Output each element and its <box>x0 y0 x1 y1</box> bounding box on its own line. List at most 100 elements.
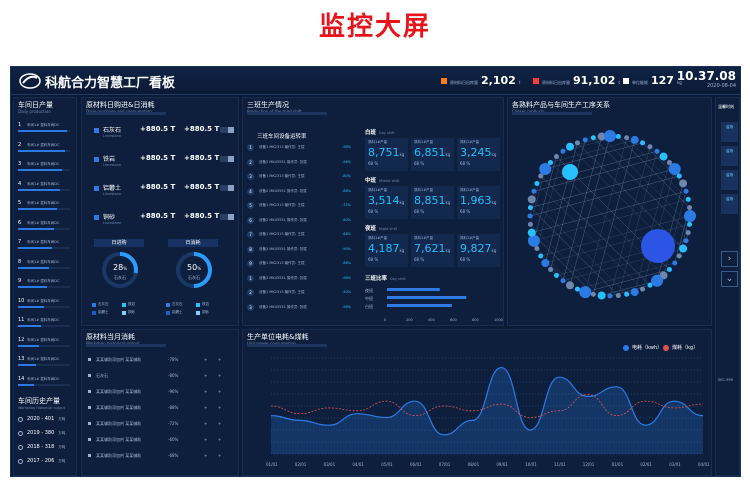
network-node[interactable] <box>654 148 660 154</box>
network-node[interactable] <box>541 259 550 268</box>
network-node[interactable] <box>527 234 540 247</box>
kpi-label: 熟料1#产量 <box>368 236 388 240</box>
network-node[interactable] <box>553 154 559 160</box>
network-node[interactable] <box>668 162 681 175</box>
rank-bar-fill <box>18 305 44 308</box>
sidebar-monitor-button[interactable]: 监测 <box>721 170 738 190</box>
network-node[interactable] <box>574 286 580 292</box>
sidebar-monitor-button[interactable]: 监测 <box>721 146 738 166</box>
network-node[interactable] <box>647 282 653 288</box>
network-edge <box>642 142 684 184</box>
network-node[interactable] <box>527 205 533 211</box>
network-node[interactable] <box>579 286 592 299</box>
network-node[interactable] <box>641 229 675 263</box>
shift3-panel: 三班生产情况 Production of the third shift 三班车… <box>242 97 504 326</box>
network-node[interactable] <box>566 281 574 290</box>
network-node[interactable] <box>562 164 578 180</box>
kpi-value: 6,851kg <box>414 146 451 159</box>
network-node[interactable] <box>615 133 621 139</box>
chevron-down-icon[interactable]: ⌄ <box>721 271 738 287</box>
network-node[interactable] <box>624 135 630 141</box>
network-node[interactable] <box>666 267 672 273</box>
network-node[interactable] <box>679 179 688 188</box>
network-node[interactable] <box>659 152 668 161</box>
network-node[interactable] <box>685 196 691 202</box>
network-node[interactable] <box>590 135 596 141</box>
tab-daily-purchase[interactable]: 日进购 <box>94 239 144 247</box>
material-toggle[interactable] <box>220 214 234 220</box>
equipment-index: 8 <box>247 245 254 253</box>
dashboard-screen: 科航合力智慧工厂看板 原材料日出库量 2,102 t 原材料日出库量 91,10… <box>10 66 741 477</box>
network-node[interactable] <box>676 173 682 179</box>
network-node[interactable] <box>539 162 552 175</box>
network-node[interactable] <box>531 188 537 194</box>
network-node[interactable] <box>672 260 678 266</box>
monthly-add-button[interactable]: + <box>218 357 221 362</box>
network-node[interactable] <box>679 244 688 253</box>
material-toggle[interactable] <box>220 185 234 191</box>
monthly-add-button[interactable]: + <box>204 405 207 410</box>
sidebar-monitor-button[interactable]: 监测 <box>721 122 738 142</box>
network-node[interactable] <box>640 140 646 146</box>
network-node[interactable] <box>548 267 554 273</box>
network-node[interactable] <box>582 137 588 143</box>
network-node[interactable] <box>607 293 613 299</box>
monthly-add-button[interactable]: + <box>218 389 221 394</box>
material-toggle[interactable] <box>220 156 234 162</box>
bullet-icon <box>88 358 91 361</box>
network-node[interactable] <box>683 188 689 194</box>
network-node[interactable] <box>560 278 566 284</box>
network-node[interactable] <box>630 135 639 144</box>
ratio-category-label: 中班 <box>365 295 373 301</box>
network-node[interactable] <box>604 130 616 142</box>
monthly-add-button[interactable]: + <box>204 437 207 442</box>
network-node[interactable] <box>687 205 693 211</box>
network-node[interactable] <box>527 221 533 227</box>
network-node[interactable] <box>527 228 536 237</box>
equipment-name: 设备1 MK2313 最作员: 王斌 <box>259 174 305 178</box>
network-node[interactable] <box>527 213 533 219</box>
network-node[interactable] <box>534 180 540 186</box>
monthly-add-button[interactable]: + <box>204 421 207 426</box>
network-node[interactable] <box>615 293 621 299</box>
material-toggle[interactable] <box>220 127 234 133</box>
network-node[interactable] <box>647 144 653 150</box>
network-node[interactable] <box>527 195 536 204</box>
legend-item: 铜砂 <box>122 310 135 315</box>
network-node[interactable] <box>574 140 580 146</box>
network-node[interactable] <box>590 291 596 297</box>
network-node[interactable] <box>685 230 691 236</box>
network-node[interactable] <box>548 159 554 165</box>
network-node[interactable] <box>651 274 664 287</box>
monthly-add-button[interactable]: + <box>204 373 207 378</box>
monthly-add-button[interactable]: + <box>218 453 221 458</box>
monthly-add-button[interactable]: + <box>218 405 221 410</box>
monthly-add-button[interactable]: + <box>218 421 221 426</box>
stat-color-icon <box>533 78 539 84</box>
network-node[interactable] <box>687 221 693 227</box>
monthly-add-button[interactable]: + <box>218 373 221 378</box>
network-node[interactable] <box>640 286 646 292</box>
network-node[interactable] <box>683 238 689 244</box>
equipment-percent: -72% <box>341 203 351 207</box>
network-edge <box>536 183 643 290</box>
chevron-right-icon[interactable]: › <box>721 251 738 267</box>
monthly-add-button[interactable]: + <box>218 437 221 442</box>
network-node[interactable] <box>534 246 540 252</box>
monthly-add-button[interactable]: + <box>204 453 207 458</box>
kpi-card: 熟料1#产量 1,963kg 68 % <box>457 186 500 219</box>
network-node[interactable] <box>624 291 630 297</box>
network-node[interactable] <box>560 148 566 154</box>
network-node[interactable] <box>676 253 682 259</box>
network-node[interactable] <box>597 291 606 300</box>
monthly-add-button[interactable]: + <box>204 389 207 394</box>
network-node[interactable] <box>553 272 559 278</box>
network-node[interactable] <box>566 142 574 151</box>
sidebar-monitor-button[interactable]: 监测 <box>721 194 738 214</box>
monthly-consumption-panel: 原材料当月消耗 Workshop historical output 某某辅助添… <box>81 329 239 476</box>
network-node[interactable] <box>538 253 544 259</box>
monthly-add-button[interactable]: + <box>204 357 207 362</box>
tab-daily-consumption[interactable]: 日消耗 <box>168 239 218 247</box>
network-node[interactable] <box>630 288 639 297</box>
network-node[interactable] <box>684 210 696 222</box>
